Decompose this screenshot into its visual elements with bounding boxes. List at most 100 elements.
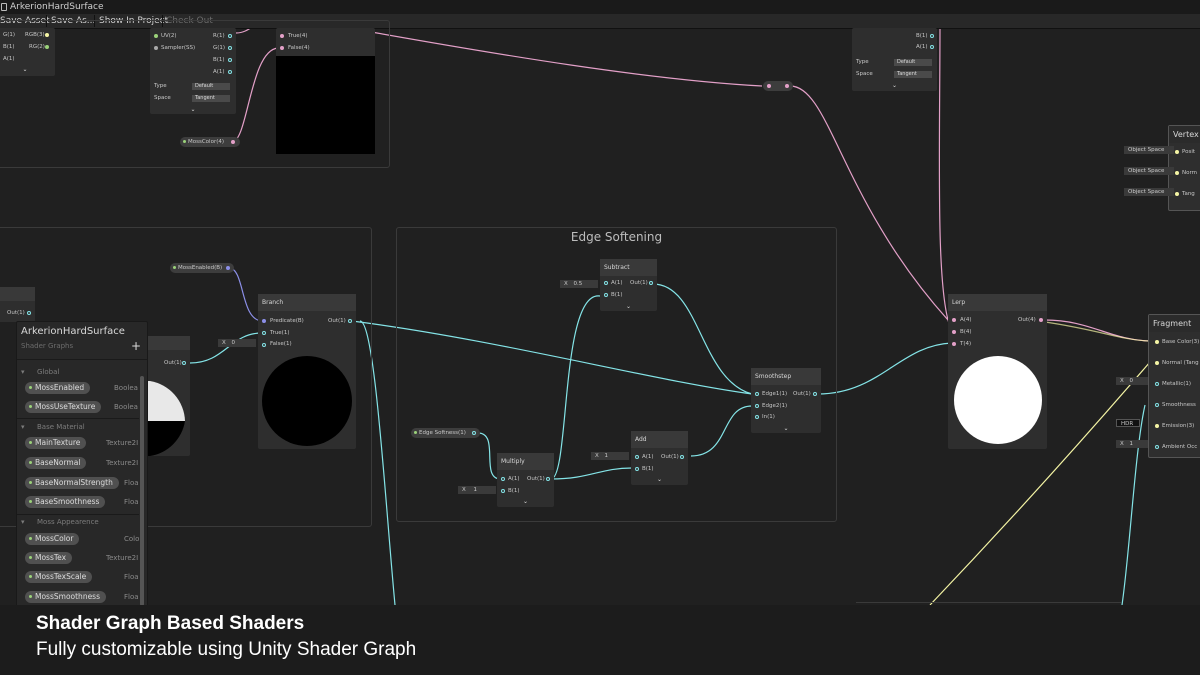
port-dot[interactable] xyxy=(1155,361,1159,365)
port-dot[interactable] xyxy=(813,392,817,396)
port-dot[interactable] xyxy=(1155,445,1159,449)
port-dot[interactable] xyxy=(348,319,352,323)
multiply-b-input[interactable]: X 1 xyxy=(458,486,496,494)
port-dot[interactable] xyxy=(280,46,284,50)
port-dot[interactable] xyxy=(228,70,232,74)
fragment-context[interactable]: Fragment Base Color(3) Normal (Tang Meta… xyxy=(1148,314,1200,458)
multiply-node[interactable]: Multiply A(1) B(1) Out(1) ⌄ xyxy=(497,453,554,507)
port-dot[interactable] xyxy=(27,311,31,315)
collapse-chevron-icon[interactable]: ⌄ xyxy=(497,498,554,506)
port-dot[interactable] xyxy=(262,319,266,323)
collapse-chevron-icon[interactable]: ⌄ xyxy=(631,476,688,484)
port-dot[interactable] xyxy=(649,281,653,285)
property-base-normal[interactable]: BaseNormal xyxy=(25,457,87,469)
property-moss-tex[interactable]: MossTex xyxy=(25,552,73,564)
space-dropdown[interactable]: Tangent xyxy=(894,71,932,78)
property-moss-smoothness[interactable]: MossSmoothness xyxy=(25,591,106,603)
add-node[interactable]: Add A(1) B(1) Out(1) ⌄ xyxy=(631,431,688,485)
subtract-node[interactable]: Subtract A(1) B(1) Out(1) ⌄ xyxy=(600,259,657,311)
category-expand-icon[interactable]: ▾ xyxy=(21,518,25,526)
port-dot[interactable] xyxy=(1155,403,1159,407)
port-dot[interactable] xyxy=(755,404,759,408)
moss-enabled-property[interactable]: MossEnabled(B) xyxy=(170,263,234,273)
object-space-field[interactable]: Object Space xyxy=(1124,188,1174,196)
add-a-input[interactable]: X 1 xyxy=(591,452,629,460)
port-dot[interactable] xyxy=(45,33,49,37)
category-base-material[interactable]: Base Material xyxy=(37,423,85,431)
collapse-chevron-icon[interactable]: ⌄ xyxy=(0,66,55,74)
port-dot[interactable] xyxy=(182,361,186,365)
property-moss-tex-scale[interactable]: MossTexScale xyxy=(25,571,93,583)
category-expand-icon[interactable]: ▾ xyxy=(21,423,25,431)
port-dot[interactable] xyxy=(1175,150,1179,154)
port-dot[interactable] xyxy=(231,140,235,144)
category-expand-icon[interactable]: ▾ xyxy=(21,368,25,376)
port-dot[interactable] xyxy=(930,45,934,49)
port-dot[interactable] xyxy=(262,331,266,335)
port-dot[interactable] xyxy=(1175,192,1179,196)
property-moss-use-texture[interactable]: MossUseTexture xyxy=(25,401,102,413)
branch-preview-node[interactable]: True(4) False(4) xyxy=(276,28,375,154)
port-dot[interactable] xyxy=(1039,318,1043,322)
port-dot[interactable] xyxy=(1155,340,1159,344)
space-dropdown[interactable]: Tangent xyxy=(192,95,230,102)
port-dot[interactable] xyxy=(755,415,759,419)
object-space-field[interactable]: Object Space xyxy=(1124,167,1174,175)
moss-color-property[interactable]: MossColor(4) xyxy=(180,137,240,147)
edge-softness-property[interactable]: Edge Softness(1) xyxy=(411,428,480,438)
smoothstep-node[interactable]: Smoothstep Edge1(1) Edge2(1) In(1) Out(1… xyxy=(751,368,821,433)
category-moss-appearance[interactable]: Moss Appearence xyxy=(37,518,99,526)
ao-input[interactable]: X 1 xyxy=(1116,440,1148,448)
category-global[interactable]: Global xyxy=(37,368,59,376)
collapse-chevron-icon[interactable]: ⌄ xyxy=(852,82,937,90)
type-dropdown[interactable]: Default xyxy=(894,59,932,66)
port-dot[interactable] xyxy=(226,266,230,270)
property-base-normal-strength[interactable]: BaseNormalStrength xyxy=(25,477,119,489)
port-dot[interactable] xyxy=(952,330,956,334)
property-moss-enabled[interactable]: MossEnabled xyxy=(25,382,91,394)
reroute-node[interactable] xyxy=(763,81,793,91)
port-dot[interactable] xyxy=(635,467,639,471)
collapse-chevron-icon[interactable]: ⌄ xyxy=(600,303,657,311)
port-dot[interactable] xyxy=(767,84,771,88)
port-dot[interactable] xyxy=(154,34,158,38)
object-space-field[interactable]: Object Space xyxy=(1124,146,1174,154)
port-dot[interactable] xyxy=(785,84,789,88)
blackboard-panel[interactable]: ArkerionHardSurface Shader Graphs + ▾ Gl… xyxy=(16,321,148,613)
property-moss-color[interactable]: MossColor xyxy=(25,533,80,545)
port-dot[interactable] xyxy=(1155,382,1159,386)
sample-texture-node[interactable]: UV(2) Sampler(SS) R(1) G(1) B(1) A(1) Ty… xyxy=(150,28,236,114)
property-base-smoothness[interactable]: BaseSmoothness xyxy=(25,496,106,508)
port-dot[interactable] xyxy=(604,281,608,285)
port-dot[interactable] xyxy=(228,46,232,50)
emission-hdr-swatch[interactable]: HDR xyxy=(1116,419,1140,427)
branch-false-input[interactable]: X 0 xyxy=(218,339,256,347)
port-dot[interactable] xyxy=(680,455,684,459)
port-dot[interactable] xyxy=(280,34,284,38)
port-dot[interactable] xyxy=(635,455,639,459)
port-dot[interactable] xyxy=(755,392,759,396)
port-dot[interactable] xyxy=(228,34,232,38)
port-dot[interactable] xyxy=(262,343,266,347)
top-right-node[interactable]: B(1) A(1) Type Default Space Tangent ⌄ xyxy=(852,28,937,91)
port-dot[interactable] xyxy=(501,477,505,481)
port-dot[interactable] xyxy=(1175,171,1179,175)
port-dot[interactable] xyxy=(228,58,232,62)
port-dot[interactable] xyxy=(472,431,476,435)
blackboard-scrollbar[interactable] xyxy=(140,376,144,606)
port-dot[interactable] xyxy=(1155,424,1159,428)
port-dot[interactable] xyxy=(154,46,158,50)
collapse-chevron-icon[interactable]: ⌄ xyxy=(751,425,821,433)
lerp-node[interactable]: Lerp A(4) B(4) T(4) Out(4) xyxy=(948,294,1047,449)
left-partial-node[interactable]: Out(1) xyxy=(0,287,35,322)
property-main-texture[interactable]: MainTexture xyxy=(25,437,87,449)
port-dot[interactable] xyxy=(501,489,505,493)
add-property-button[interactable]: + xyxy=(131,339,141,353)
port-dot[interactable] xyxy=(604,293,608,297)
port-dot[interactable] xyxy=(930,34,934,38)
metallic-input[interactable]: X 0 xyxy=(1116,377,1148,385)
port-dot[interactable] xyxy=(952,342,956,346)
collapse-chevron-icon[interactable]: ⌄ xyxy=(150,106,236,114)
port-dot[interactable] xyxy=(952,318,956,322)
subtract-a-input[interactable]: X 0.5 xyxy=(560,280,598,288)
